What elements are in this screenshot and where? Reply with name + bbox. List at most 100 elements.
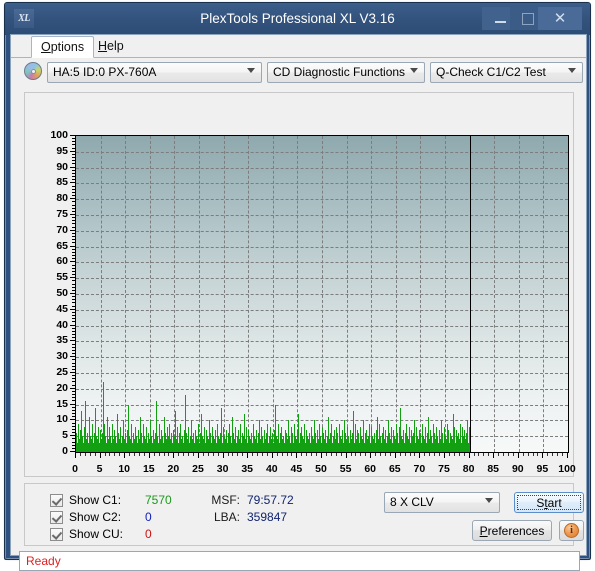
- x-axis-minor-tick: [355, 453, 357, 456]
- x-axis-minor-tick: [143, 453, 145, 456]
- legend-label: Show CU:: [69, 527, 124, 541]
- x-axis-minor-tick: [562, 453, 564, 456]
- y-axis-tick-label: 95: [56, 144, 68, 157]
- x-axis-minor-tick: [158, 453, 160, 456]
- x-axis-tick: [296, 453, 298, 458]
- x-axis-minor-tick: [335, 453, 337, 456]
- y-axis-labels: 0 5 10 15 20 25 30 35 40 45 50 55 60 65 70 75 80 85 90 95 10…: [36, 94, 68, 475]
- legend-label: Show C1:: [69, 493, 122, 507]
- x-axis-minor-tick: [261, 453, 263, 456]
- y-axis-tick-label: 10: [56, 413, 68, 426]
- x-axis-tick: [394, 453, 396, 458]
- y-axis-tick-label: 80: [56, 192, 68, 205]
- controls-panel: Show C1: 7570 Show C2: 0 Show CU: 0 MSF: 79:57…: [24, 483, 584, 546]
- x-axis-minor-tick: [202, 453, 204, 456]
- x-axis-minor-tick: [434, 453, 436, 456]
- x-axis-minor-tick: [360, 453, 362, 456]
- x-axis-minor-tick: [257, 453, 259, 456]
- x-axis-minor-tick: [439, 453, 441, 456]
- x-axis-tick: [198, 453, 199, 458]
- c1-error-bars: [76, 136, 568, 452]
- x-axis-minor-tick: [532, 453, 534, 456]
- chevron-down-icon: [485, 498, 493, 503]
- y-axis-tick-label: 25: [56, 366, 68, 378]
- y-axis-tick-label: 100: [50, 129, 68, 141]
- checkbox-1[interactable]: [50, 511, 63, 524]
- test-select[interactable]: Q-Check C1/C2 Test: [430, 62, 583, 83]
- x-axis-minor-tick: [129, 453, 131, 456]
- y-axis-tick-label: 15: [56, 397, 68, 410]
- x-axis-minor-tick: [483, 453, 485, 456]
- x-axis-minor-tick: [507, 453, 509, 456]
- x-axis-tick: [247, 453, 249, 458]
- checkbox-0[interactable]: [50, 494, 63, 507]
- menu-bar: OOptionsptions Help: [11, 35, 586, 58]
- y-axis-tick-label: 90: [56, 160, 68, 173]
- x-axis-minor-tick: [340, 453, 342, 456]
- x-axis-tick: [75, 453, 76, 458]
- chart-panel: 0 5 10 15 20 25 30 35 40 45 50 55 60 65 70 75 80 85 90 95 10…: [24, 92, 576, 477]
- start-button[interactable]: Start: [514, 492, 584, 513]
- x-axis-minor-tick: [153, 453, 155, 456]
- chart-inner: 0 5 10 15 20 25 30 35 40 45 50 55 60 65 70 75 80 85 90 95 10…: [26, 94, 575, 475]
- x-axis-minor-tick: [138, 453, 140, 456]
- title-bar: XL PlexTools Professional XL V3.16 ✕: [5, 3, 590, 35]
- x-axis-minor-tick: [276, 453, 278, 456]
- x-axis-minor-tick: [498, 453, 500, 456]
- x-axis-tick: [345, 453, 347, 458]
- legend-value: 0: [145, 510, 152, 524]
- chevron-down-icon: [568, 68, 576, 73]
- chevron-down-icon: [410, 68, 418, 73]
- drive-select[interactable]: HA:5 ID:0 PX-760A: [47, 62, 262, 83]
- y-axis-tick-label: 85: [56, 176, 68, 189]
- x-axis-minor-tick: [527, 453, 529, 456]
- x-axis-tick: [124, 453, 126, 458]
- menu-item-help[interactable]: Help: [89, 36, 133, 57]
- x-axis-minor-tick: [380, 453, 382, 456]
- cd-disc-icon: [24, 62, 42, 80]
- x-axis-minor-tick: [389, 453, 391, 456]
- x-axis-tick: [222, 453, 224, 458]
- readout-value: 359847: [247, 510, 288, 524]
- status-text: Ready: [26, 554, 61, 568]
- x-axis-minor-tick: [286, 453, 288, 456]
- y-axis-tick-label: 45: [56, 302, 68, 315]
- checkbox-2[interactable]: [50, 528, 63, 541]
- menu-item-options[interactable]: OOptionsptions: [31, 36, 95, 58]
- x-axis-minor-tick: [168, 453, 170, 456]
- x-axis-minor-tick: [89, 453, 91, 456]
- x-axis-minor-tick: [473, 453, 475, 456]
- x-axis-minor-tick: [365, 453, 367, 456]
- chevron-down-icon: [247, 68, 255, 73]
- y-axis-tick-label: 35: [56, 334, 68, 347]
- x-axis-minor-tick: [488, 453, 490, 456]
- x-axis-tick: [370, 453, 372, 458]
- preferences-button-label: Preferences: [479, 523, 545, 538]
- x-axis-minor-tick: [163, 453, 165, 456]
- x-axis-minor-tick: [188, 453, 190, 456]
- close-icon: ✕: [553, 9, 567, 27]
- x-axis-minor-tick: [94, 453, 96, 456]
- x-axis-minor-tick: [183, 453, 185, 456]
- x-axis-minor-tick: [109, 453, 111, 456]
- x-axis-minor-tick: [522, 453, 524, 456]
- x-axis-minor-tick: [134, 453, 136, 456]
- y-axis-tick-label: 30: [56, 350, 68, 363]
- status-bar: Ready: [19, 551, 580, 571]
- readout-label: LBA:: [213, 510, 240, 524]
- close-button[interactable]: ✕: [538, 7, 582, 30]
- preferences-button[interactable]: Preferences: [472, 520, 552, 541]
- x-axis-minor-tick: [429, 453, 431, 456]
- x-axis-tick: [542, 453, 544, 458]
- x-axis-minor-tick: [384, 453, 386, 456]
- x-axis-tick: [173, 453, 175, 458]
- x-axis-labels: 0 5 10 15 20 25 30 35 40 45 50 55 60 65 70 75 80 85 90 95 10…: [72, 463, 576, 483]
- function-select[interactable]: CD Diagnostic Functions: [267, 62, 425, 83]
- legend-value: 7570: [145, 493, 172, 507]
- y-axis-tick-label: 55: [56, 271, 68, 284]
- speed-select[interactable]: 8 X CLV: [384, 492, 500, 513]
- info-button[interactable]: i: [559, 520, 584, 541]
- x-axis-minor-tick: [463, 453, 465, 456]
- x-axis-tick: [99, 453, 101, 458]
- application-window: XL PlexTools Professional XL V3.16 ✕ OOp…: [4, 2, 591, 571]
